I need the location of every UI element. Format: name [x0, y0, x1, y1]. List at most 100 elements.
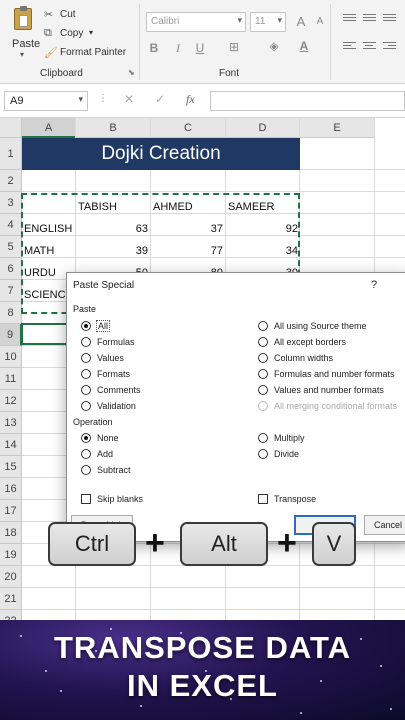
align-center-icon[interactable] — [363, 42, 376, 51]
option-except-borders-label[interactable]: All except borders — [274, 337, 346, 347]
option-merging-conditional-label: All merging conditional formats — [274, 401, 398, 411]
row-header-19[interactable]: 19 — [0, 544, 22, 566]
column-header-c[interactable]: C — [151, 118, 226, 138]
option-column-widths-label[interactable]: Column widths — [274, 353, 333, 363]
radio-values[interactable] — [81, 353, 91, 363]
borders-icon[interactable]: ⊞ — [226, 40, 242, 54]
radio-except-borders[interactable] — [258, 337, 268, 347]
radio-validation[interactable] — [81, 401, 91, 411]
select-all-corner[interactable] — [0, 118, 22, 138]
row-header-14[interactable]: 14 — [0, 434, 22, 456]
row-header-11[interactable]: 11 — [0, 368, 22, 390]
name-box[interactable]: A9 ▾ — [4, 91, 88, 111]
transpose-checkbox[interactable] — [258, 494, 268, 504]
radio-subtract[interactable] — [81, 465, 91, 475]
grow-font-icon[interactable]: A — [293, 14, 309, 29]
align-right-icon[interactable] — [383, 42, 396, 51]
radio-divide[interactable] — [258, 449, 268, 459]
option-values-label[interactable]: Values — [97, 353, 124, 363]
dialog-launcher-icon[interactable]: ⬊ — [128, 68, 135, 77]
option-validation-label[interactable]: Validation — [97, 401, 136, 411]
sheet-title: Dojki Creation — [101, 143, 221, 164]
radio-comments[interactable] — [81, 385, 91, 395]
clipboard-group-label: Clipboard — [40, 68, 83, 79]
option-source-theme-label[interactable]: All using Source theme — [274, 321, 367, 331]
formula-input[interactable] — [210, 91, 405, 111]
row-header-8[interactable]: 8 — [0, 302, 22, 324]
row-header-9[interactable]: 9 — [0, 324, 22, 346]
cancel-icon[interactable]: ✕ — [124, 92, 134, 106]
radio-none[interactable] — [81, 433, 91, 443]
row-header-12[interactable]: 12 — [0, 390, 22, 412]
row-header-20[interactable]: 20 — [0, 566, 22, 588]
align-left-icon[interactable] — [343, 42, 356, 51]
row-header-3[interactable]: 3 — [0, 192, 22, 214]
row-header-18[interactable]: 18 — [0, 522, 22, 544]
align-bottom-icon[interactable] — [383, 14, 396, 23]
option-none-label[interactable]: None — [97, 433, 119, 443]
option-values-number-formats-label[interactable]: Values and number formats — [274, 385, 384, 395]
font-name-combo[interactable]: Calibri ▾ — [146, 12, 246, 32]
row-header-1[interactable]: 1 — [0, 138, 22, 170]
row-header-7[interactable]: 7 — [0, 280, 22, 302]
radio-multiply[interactable] — [258, 433, 268, 443]
font-color-icon[interactable]: A — [296, 39, 312, 53]
option-subtract-label[interactable]: Subtract — [97, 465, 131, 475]
radio-formats[interactable] — [81, 369, 91, 379]
option-formulas-number-formats-label[interactable]: Formulas and number formats — [274, 369, 395, 379]
column-header-b[interactable]: B — [76, 118, 151, 138]
row-header-10[interactable]: 10 — [0, 346, 22, 368]
align-top-icon[interactable] — [343, 14, 356, 23]
option-all-label[interactable]: All — [95, 320, 111, 332]
skip-blanks-checkbox[interactable] — [81, 494, 91, 504]
row-header-13[interactable]: 13 — [0, 412, 22, 434]
bold-button[interactable]: B — [146, 41, 162, 55]
radio-formulas[interactable] — [81, 337, 91, 347]
column-header-d[interactable]: D — [226, 118, 300, 138]
row-header-21[interactable]: 21 — [0, 588, 22, 610]
fill-color-icon[interactable]: ◈ — [266, 39, 282, 53]
chevron-down-icon: ▾ — [277, 15, 282, 25]
underline-button[interactable]: U — [192, 41, 208, 55]
transpose-label[interactable]: Transpose — [274, 494, 316, 504]
shrink-font-icon[interactable]: A — [312, 16, 328, 27]
format-painter-button[interactable]: 🖌 Format Painter — [44, 46, 134, 60]
enter-icon[interactable]: ✓ — [155, 92, 165, 106]
option-multiply-label[interactable]: Multiply — [274, 433, 305, 443]
help-icon[interactable]: ? — [371, 279, 377, 291]
radio-values-number-formats[interactable] — [258, 385, 268, 395]
option-comments-label[interactable]: Comments — [97, 385, 141, 395]
font-size-combo[interactable]: 11 ▾ — [250, 12, 286, 32]
option-divide-label[interactable]: Divide — [274, 449, 299, 459]
row-header-22[interactable]: 22 — [0, 610, 22, 620]
row-header-17[interactable]: 17 — [0, 500, 22, 522]
column-header-e[interactable]: E — [300, 118, 375, 138]
row-header-2[interactable]: 2 — [0, 170, 22, 192]
radio-formulas-number-formats[interactable] — [258, 369, 268, 379]
align-middle-icon[interactable] — [363, 14, 376, 23]
row-header-4[interactable]: 4 — [0, 214, 22, 236]
paste-button[interactable]: Paste ▾ — [6, 6, 40, 59]
option-formulas-label[interactable]: Formulas — [97, 337, 135, 347]
row-header-6[interactable]: 6 — [0, 258, 22, 280]
radio-all[interactable] — [81, 321, 91, 331]
option-formats-label[interactable]: Formats — [97, 369, 130, 379]
insert-function-icon[interactable]: fx — [186, 92, 195, 107]
column-header-a[interactable]: A — [22, 118, 76, 138]
sheet-title-cell[interactable]: Dojki Creation — [22, 138, 300, 170]
row-header-15[interactable]: 15 — [0, 456, 22, 478]
radio-add[interactable] — [81, 449, 91, 459]
row-header-16[interactable]: 16 — [0, 478, 22, 500]
italic-button[interactable]: I — [170, 41, 186, 56]
cut-button[interactable]: ✂ Cut — [44, 8, 104, 22]
option-add-label[interactable]: Add — [97, 449, 113, 459]
chevron-down-icon: ▾ — [78, 94, 83, 104]
copy-button[interactable]: ⧉ Copy ▾ — [44, 27, 104, 41]
radio-source-theme[interactable] — [258, 321, 268, 331]
plus-sign: + — [277, 524, 297, 562]
skip-blanks-label[interactable]: Skip blanks — [97, 494, 143, 504]
cancel-button[interactable]: Cancel — [364, 515, 405, 535]
radio-column-widths[interactable] — [258, 353, 268, 363]
star-decoration — [140, 705, 142, 707]
row-header-5[interactable]: 5 — [0, 236, 22, 258]
